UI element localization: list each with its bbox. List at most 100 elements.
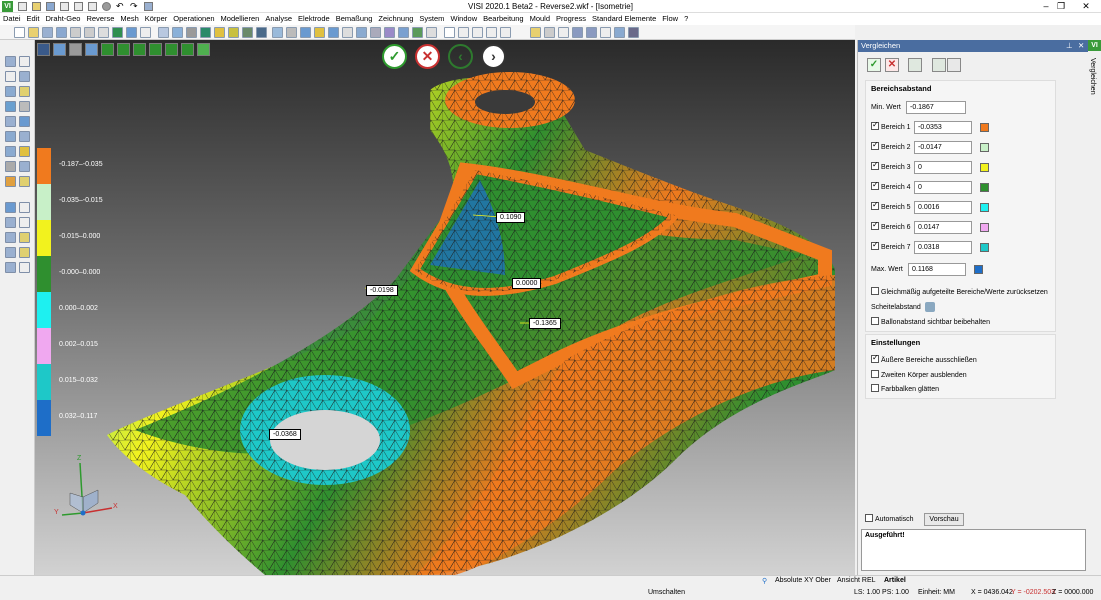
snap-mid-icon[interactable] [19,217,30,228]
layers-icon[interactable] [544,27,555,38]
mesh-icon[interactable] [200,27,211,38]
snap-intersect-icon[interactable] [19,232,30,243]
select-filter-icon[interactable] [19,146,30,157]
search-icon[interactable]: ⚲ [762,577,767,585]
view-orient-icon[interactable] [85,43,98,56]
snap-grid-icon[interactable] [19,262,30,273]
side-tab-vergleichen[interactable]: Vergleichen [1089,58,1096,95]
range-checkbox[interactable] [871,180,879,191]
status-abs[interactable]: Absolute XY Ober [775,577,831,584]
folder-icon[interactable] [530,27,541,38]
camera-icon[interactable] [614,27,625,38]
menu-mould[interactable]: Mould [527,13,553,25]
close-button[interactable]: ✕ [1077,0,1095,13]
view-back-icon[interactable] [356,27,367,38]
select-face-icon[interactable] [19,116,30,127]
hide-row[interactable]: Zweiten Körper ausblenden [871,369,967,382]
view-fit-icon[interactable] [398,27,409,38]
new-icon[interactable] [14,27,25,38]
discard-icon[interactable]: ✕ [885,58,899,72]
ballon-checkbox[interactable] [871,317,879,326]
save-result-icon[interactable] [947,58,961,72]
menu-bemassung[interactable]: Bemaßung [333,13,376,25]
surface-icon[interactable] [242,27,253,38]
delete-icon[interactable] [5,161,16,172]
deviation-tag[interactable]: -0.1365 [529,318,561,329]
status-ansicht[interactable]: Ansicht REL [837,577,876,584]
window-icon[interactable] [140,27,151,38]
3d-viewport[interactable]: ✓ ✕ ‹ › -0.187–-0.035 -0.035–-0.015 -0.0… [35,40,855,575]
dim4-icon[interactable] [500,27,511,38]
smooth-row[interactable]: Farbbalken glätten [871,383,939,396]
snap-center-icon[interactable] [5,232,16,243]
view-shade-icon[interactable] [69,43,82,56]
select-cross-icon[interactable] [19,56,30,67]
range-value-field[interactable]: 0.0016 [914,201,972,214]
cube-back-icon[interactable] [117,43,130,56]
cloud-icon[interactable] [412,27,423,38]
select-point-icon[interactable] [5,56,16,67]
apply-icon[interactable]: ✓ [867,58,881,72]
menu-flow[interactable]: Flow [659,13,681,25]
view-custom-icon[interactable] [384,27,395,38]
auto-checkbox[interactable] [865,514,873,523]
cube-bottom-icon[interactable] [181,43,194,56]
smooth-checkbox[interactable] [871,384,879,393]
menu-bearbeitung[interactable]: Bearbeitung [480,13,526,25]
deviation-tag[interactable]: 0.1090 [496,212,526,223]
auto-row[interactable]: Automatisch [865,513,914,526]
range-color-swatch[interactable] [980,223,989,232]
menu-koerper[interactable]: Körper [142,13,171,25]
menu-datei[interactable]: Datei [0,13,24,25]
accept-button[interactable]: ✓ [382,44,407,69]
tree-icon[interactable] [572,27,583,38]
restore-button[interactable]: ❐ [1052,0,1070,13]
render-mode-icon[interactable] [112,27,123,38]
cube-front-icon[interactable] [101,43,114,56]
deviation-tag[interactable]: -0.0368 [269,429,301,440]
menu-help[interactable]: ? [681,13,691,25]
menu-standard-elemente[interactable]: Standard Elemente [589,13,659,25]
pin-icon[interactable]: ⊥ [1066,40,1073,52]
cube-iso-icon[interactable] [197,43,210,56]
menu-reverse[interactable]: Reverse [83,13,117,25]
menu-modellieren[interactable]: Modellieren [218,13,263,25]
status-artikel[interactable]: Artikel [884,577,906,584]
view-side-icon[interactable] [328,27,339,38]
scheitel-pick-icon[interactable] [924,302,935,313]
dim2-icon[interactable] [472,27,483,38]
video-icon[interactable] [628,27,639,38]
export-icon[interactable] [84,27,95,38]
view-top-icon[interactable] [314,27,325,38]
dim3-icon[interactable] [486,27,497,38]
cancel-button[interactable]: ✕ [415,44,440,69]
snap-triangle-icon[interactable] [19,202,30,213]
layer-icon[interactable] [286,27,297,38]
select-note-icon[interactable] [19,86,30,97]
arrow-icon[interactable] [600,27,611,38]
menu-progress[interactable]: Progress [553,13,589,25]
range-color-swatch[interactable] [980,183,989,192]
menu-window[interactable]: Window [447,13,480,25]
import-icon[interactable] [42,27,53,38]
view-display-icon[interactable] [53,43,66,56]
back-button[interactable]: ‹ [448,44,473,69]
range-checkbox[interactable] [871,240,879,251]
range-value-field[interactable]: -0.0353 [914,121,972,134]
tool-icon[interactable] [586,27,597,38]
range-color-swatch[interactable] [980,123,989,132]
cube-right-icon[interactable] [149,43,162,56]
range-color-swatch[interactable] [980,243,989,252]
menu-zeichnung[interactable]: Zeichnung [375,13,416,25]
range-value-field[interactable]: 0 [914,181,972,194]
shade-icon[interactable] [186,27,197,38]
print-toolbar-icon[interactable] [98,27,109,38]
section-icon[interactable] [256,27,267,38]
snap-perp-icon[interactable] [19,247,30,258]
view-bottom-icon[interactable] [370,27,381,38]
range-checkbox[interactable] [871,160,879,171]
snap-tangent-icon[interactable] [5,247,16,258]
cube-left-icon[interactable] [133,43,146,56]
exclude-checkbox[interactable] [871,353,879,364]
menu-analyse[interactable]: Analyse [262,13,295,25]
